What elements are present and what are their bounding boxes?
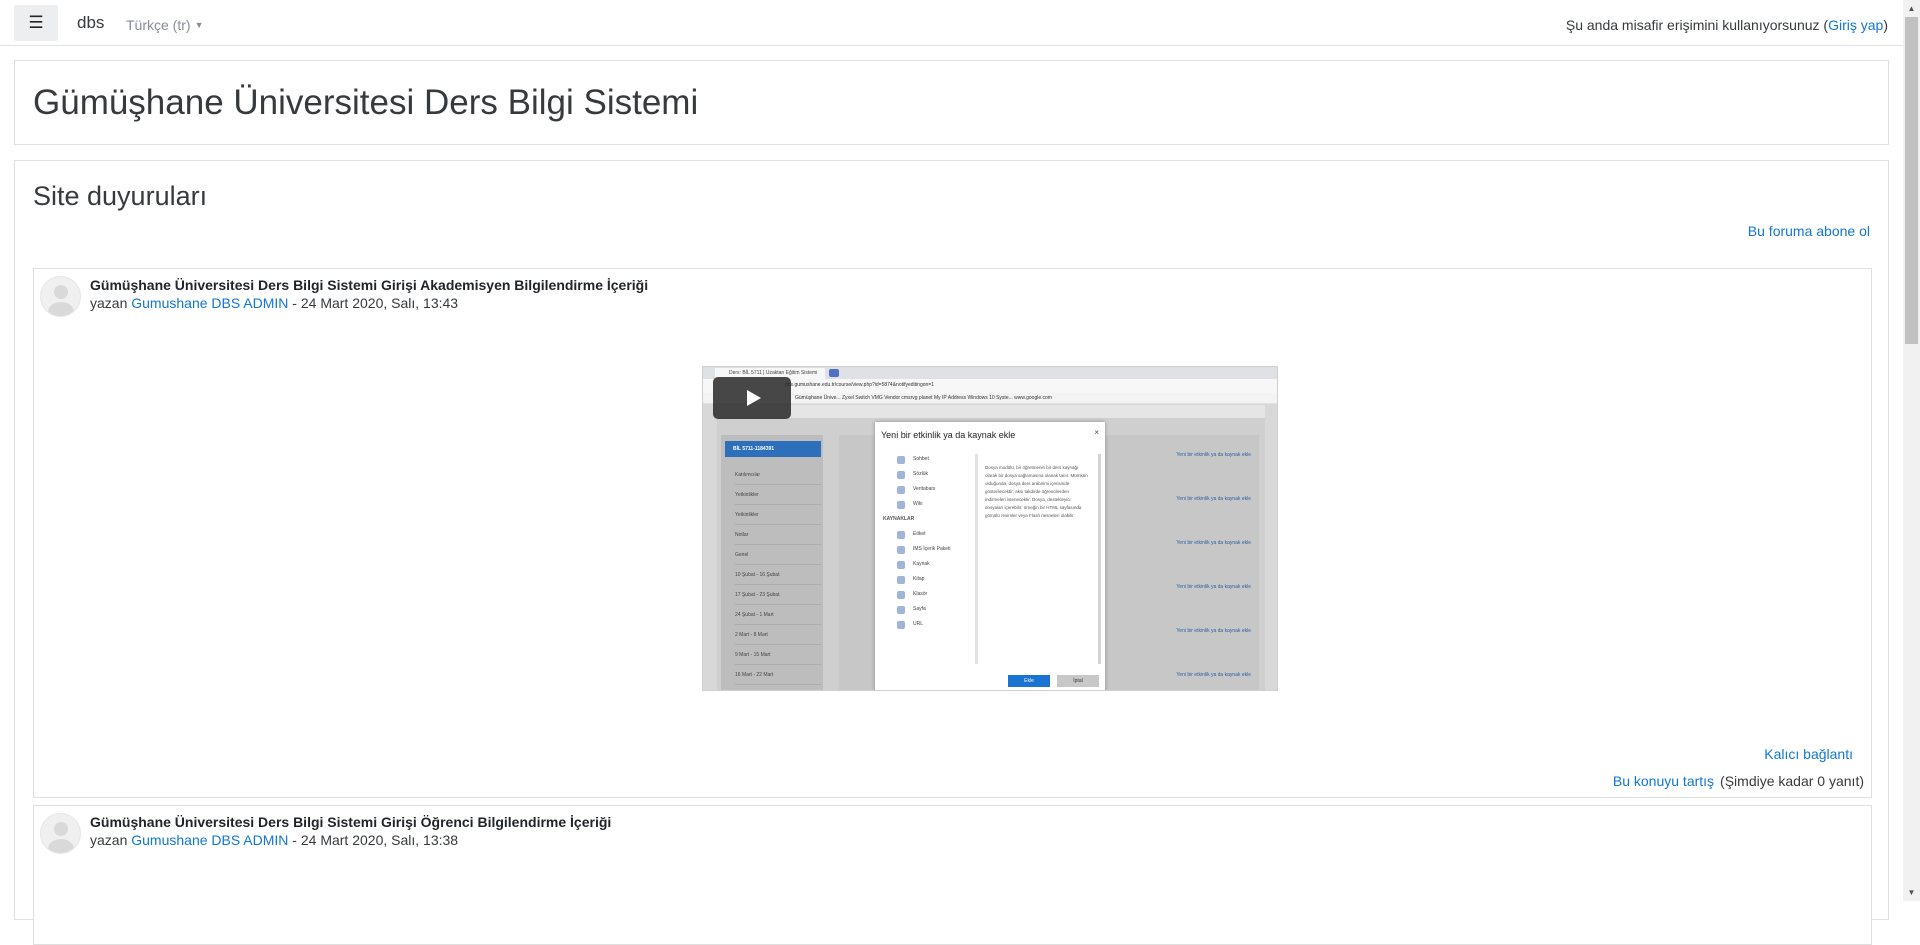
post-meta: yazan Gumushane DBS ADMIN - 24 Mart 2020… — [90, 295, 458, 311]
login-link[interactable]: Giriş yap — [1828, 17, 1883, 33]
video-right-link: Yeni bir etkinlik ya da kaynak ekle — [1176, 584, 1251, 590]
forum-post: Gümüşhane Üniversitesi Ders Bilgi Sistem… — [33, 805, 1872, 945]
post-meta: yazan Gumushane DBS ADMIN - 24 Mart 2020… — [90, 832, 458, 848]
video-modal-item: Veritabanı — [883, 482, 978, 497]
discuss-line: Bu konuyu tartış (Şimdiye kadar 0 yanıt) — [1613, 773, 1864, 789]
video-modal-item: Kitap — [883, 572, 978, 587]
video-sidebar-course: BİL 5711-1184391 — [725, 441, 821, 457]
forum-post: Gümüşhane Üniversitesi Ders Bilgi Sistem… — [33, 268, 1872, 798]
page-title: Gümüşhane Üniversitesi Ders Bilgi Sistem… — [33, 83, 699, 122]
site-announcements-block: Site duyuruları Bu foruma abone ol Gümüş… — [14, 160, 1889, 945]
post-date: - 24 Mart 2020, Salı, 13:38 — [288, 832, 459, 848]
video-modal-cancel-button: İptal — [1057, 675, 1099, 687]
video-modal-scrollbar — [1098, 454, 1101, 664]
subscribe-forum-link[interactable]: Bu foruma abone ol — [1748, 223, 1870, 239]
page-scrollbar[interactable]: ▲ ▼ — [1903, 0, 1920, 901]
video-sidebar-item: Notlar — [735, 525, 821, 545]
video-sidebar-item: 10 Şubat - 16 Şubat — [735, 565, 821, 585]
avatar[interactable] — [40, 813, 81, 854]
video-modal-item: Etiket — [883, 527, 978, 542]
video-modal-title: Yeni bir etkinlik ya da kaynak ekle — [881, 430, 1016, 440]
top-navbar: ☰ dbs Türkçe ‎(tr)‎ ▼ Şu anda misafir eri… — [0, 0, 1903, 46]
video-right-links: Yeni bir etkinlik ya da kaynak ekle Yeni… — [1113, 433, 1271, 690]
play-button-icon[interactable] — [713, 377, 791, 419]
video-right-link: Yeni bir etkinlik ya da kaynak ekle — [1176, 628, 1251, 634]
video-modal-divider — [975, 454, 978, 664]
post-by: yazan — [90, 832, 132, 848]
embedded-video[interactable]: Ders: BİL 5711 | Uzaktan Eğitim Sistemi … — [702, 366, 1278, 691]
caret-down-icon: ▼ — [194, 20, 204, 30]
video-right-link: Yeni bir etkinlik ya da kaynak ekle — [1176, 540, 1251, 546]
video-modal-item: URL — [883, 617, 978, 632]
video-modal-item: Kaynak — [883, 557, 978, 572]
video-modal-item: Sözlük — [883, 467, 978, 482]
video-sidebar-item: 24 Şubat - 1 Mart — [735, 605, 821, 625]
video-sidebar-items: Katılımcılar Yetkinlikler Yetkinlikler N… — [735, 465, 821, 685]
video-sidebar-item: 9 Mart - 15 Mart — [735, 645, 821, 665]
scroll-up-arrow-icon[interactable]: ▲ — [1903, 0, 1920, 17]
site-brand[interactable]: dbs — [77, 13, 104, 33]
post-by: yazan — [90, 295, 132, 311]
page-header: Gümüşhane Üniversitesi Ders Bilgi Sistem… — [14, 60, 1889, 145]
language-label: Türkçe ‎(tr)‎ — [126, 17, 191, 33]
video-modal-section: KAYNAKLAR — [883, 516, 915, 522]
video-sidebar-item: Yetkinlikler — [735, 505, 821, 525]
avatar[interactable] — [40, 276, 81, 317]
video-sidebar-item: Genel — [735, 545, 821, 565]
section-title: Site duyuruları — [33, 181, 208, 211]
permalink-link[interactable]: Kalıcı bağlantı — [1764, 746, 1853, 762]
video-modal: Yeni bir etkinlik ya da kaynak ekle × So… — [875, 422, 1105, 690]
guest-text-end: ) — [1883, 17, 1888, 33]
video-sidebar-item: 16 Mart - 22 Mart — [735, 665, 821, 685]
video-sidebar-item: 17 Şubat - 23 Şubat — [735, 585, 821, 605]
language-menu[interactable]: Türkçe ‎(tr)‎ ▼ — [126, 17, 203, 33]
video-moodle-navbar — [717, 405, 1265, 418]
post-author-link[interactable]: Gumushane DBS ADMIN — [131, 295, 288, 311]
video-sidebar-item: Yetkinlikler — [735, 485, 821, 505]
reply-count: (Şimdiye kadar 0 yanıt) — [1720, 773, 1864, 789]
video-modal-item: Sohbet — [883, 452, 978, 467]
video-right-link: Yeni bir etkinlik ya da kaynak ekle — [1176, 672, 1251, 678]
video-sidebar-item: Katılımcılar — [735, 465, 821, 485]
video-modal-close-icon: × — [1094, 428, 1099, 437]
video-modal-add-button: Ekle — [1008, 675, 1050, 687]
video-modal-item: IMS İçerik Paketi — [883, 542, 978, 557]
post-date: - 24 Mart 2020, Salı, 13:43 — [288, 295, 459, 311]
scrollbar-thumb[interactable] — [1905, 17, 1918, 344]
hamburger-menu-icon[interactable]: ☰ — [14, 5, 58, 41]
video-new-tab-icon — [829, 369, 839, 377]
post-subject: Gümüşhane Üniversitesi Ders Bilgi Sistem… — [90, 814, 612, 830]
video-modal-item: Klasör — [883, 587, 978, 602]
video-right-link: Yeni bir etkinlik ya da kaynak ekle — [1176, 496, 1251, 502]
video-url: dbs.gumushane.edu.tr/course/view.php?id=… — [785, 382, 934, 388]
post-subject: Gümüşhane Üniversitesi Ders Bilgi Sistem… — [90, 277, 649, 293]
video-modal-item: Wiki — [883, 497, 978, 512]
video-modal-list: Sohbet Sözlük Veritabanı Wiki KAYNAKLAR … — [883, 452, 978, 632]
video-sidebar-item: 2 Mart - 8 Mart — [735, 625, 821, 645]
video-modal-item: Sayfa — [883, 602, 978, 617]
post-author-link[interactable]: Gumushane DBS ADMIN — [131, 832, 288, 848]
guest-info: Şu anda misafir erişimini kullanıyorsunu… — [1566, 17, 1888, 33]
video-modal-description: Dosya modülü, bir öğretmenin bir ders ka… — [985, 465, 1088, 518]
guest-text: Şu anda misafir erişimini kullanıyorsunu… — [1565, 17, 1829, 33]
scroll-down-arrow-icon[interactable]: ▼ — [1903, 884, 1920, 901]
video-right-link: Yeni bir etkinlik ya da kaynak ekle — [1176, 452, 1251, 458]
discuss-topic-link[interactable]: Bu konuyu tartış — [1613, 773, 1714, 789]
